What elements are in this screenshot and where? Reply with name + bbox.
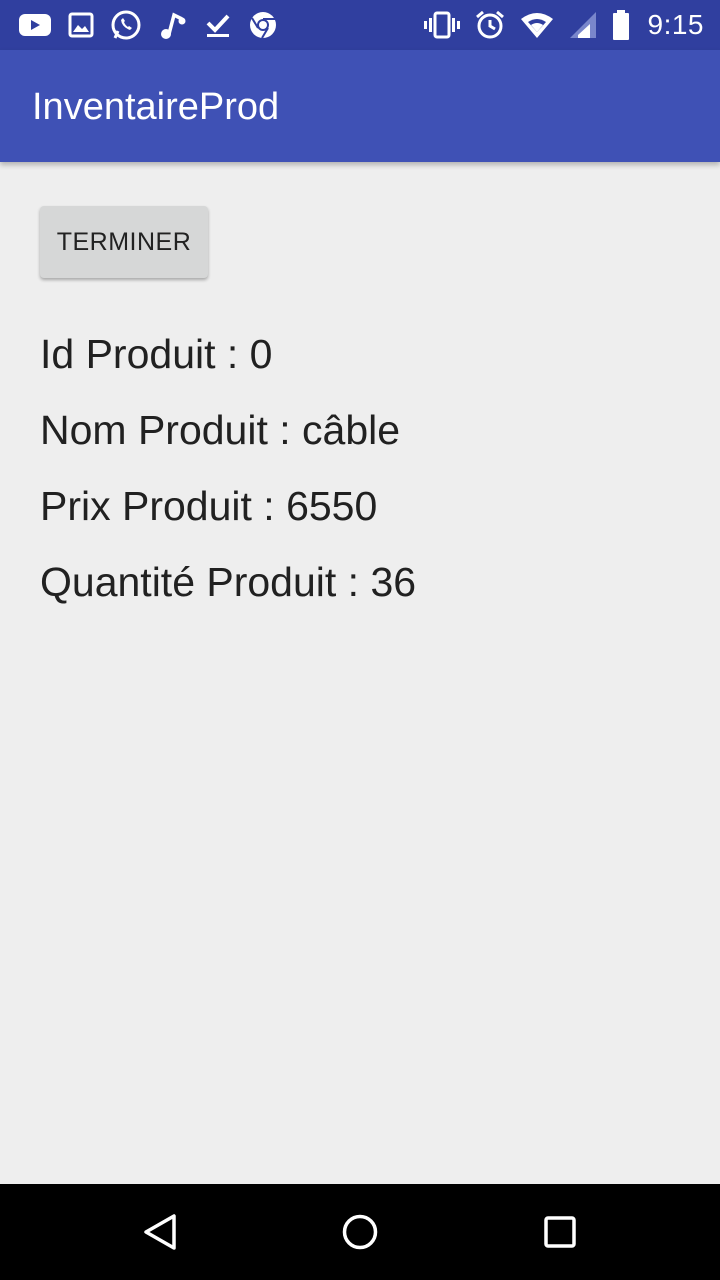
recents-icon (544, 1216, 576, 1248)
system-icons: 9:15 (423, 8, 705, 42)
terminer-button[interactable]: TERMINER (40, 206, 208, 278)
vibrate-icon (423, 11, 460, 39)
product-id-text: Id Produit : 0 (40, 331, 273, 377)
status-clock: 9:15 (647, 9, 704, 40)
status-bar: 9:15 (0, 0, 720, 50)
alarm-icon (474, 9, 506, 41)
back-button[interactable] (136, 1208, 184, 1256)
app-bar: InventaireProd (0, 50, 720, 162)
product-quantity-text: Quantité Produit : 36 (40, 559, 417, 605)
image-icon (68, 12, 94, 38)
whatsapp-icon (110, 9, 142, 41)
download-done-icon (204, 11, 232, 39)
chrome-icon (248, 10, 278, 40)
navigation-bar (0, 1184, 720, 1280)
product-details: Id Produit : 0 Nom Produit : câble Prix … (40, 326, 700, 630)
product-price-text: Prix Produit : 6550 (40, 483, 378, 529)
battery-icon (612, 10, 630, 40)
wifi-icon (520, 11, 554, 39)
notification-icons (18, 8, 278, 42)
home-icon (342, 1214, 378, 1250)
app-title: InventaireProd (32, 86, 280, 128)
recents-button[interactable] (536, 1208, 584, 1256)
youtube-icon (18, 12, 52, 38)
signal-icon (568, 11, 598, 39)
back-icon (144, 1214, 176, 1250)
product-name-text: Nom Produit : câble (40, 407, 401, 453)
music-icon (158, 9, 188, 41)
home-button[interactable] (336, 1208, 384, 1256)
